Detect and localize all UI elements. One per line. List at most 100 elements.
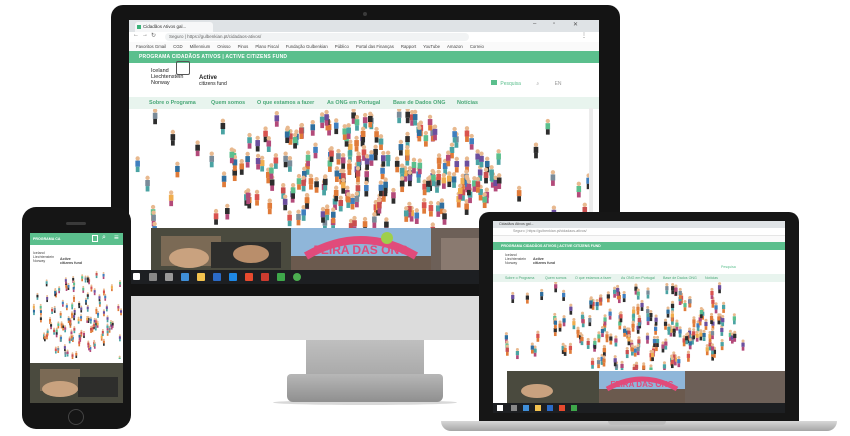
phone-search-icon[interactable]: ⌕	[102, 234, 106, 242]
person-figure	[73, 326, 76, 334]
bookmark-item[interactable]: Onisso	[217, 44, 230, 49]
person-figure	[627, 334, 631, 346]
person-figure	[102, 271, 105, 280]
bookmark-item[interactable]: Portal das Finanças	[356, 44, 394, 49]
bookmark-item[interactable]: Pinos	[238, 44, 249, 49]
laptop-nav-item[interactable]: As ONG em Portugal	[621, 276, 655, 280]
nav-item-ong-portugal[interactable]: As ONG em Portugal	[327, 97, 380, 109]
language-link[interactable]: EN	[555, 81, 562, 87]
person-figure	[533, 142, 539, 159]
edge-icon[interactable]	[181, 273, 189, 281]
nav-item-o-que-fazemos[interactable]: O que estamos a fazer	[257, 97, 314, 109]
start-icon[interactable]	[497, 405, 503, 411]
search-taskbar-icon[interactable]	[149, 273, 157, 281]
bookmark-item[interactable]: Amazon	[447, 44, 463, 49]
phone-photo	[30, 363, 123, 403]
person-figure	[396, 109, 402, 124]
task-view-icon[interactable]	[165, 273, 173, 281]
word-icon[interactable]	[229, 273, 237, 281]
bookmark-item[interactable]: Fundação Gulbenkian	[286, 44, 328, 49]
folder-icon[interactable]	[535, 405, 541, 411]
phone-grid-icon[interactable]	[92, 235, 98, 242]
maximize-icon[interactable]: ▫	[553, 21, 555, 27]
person-figure	[45, 279, 48, 287]
start-icon[interactable]	[133, 273, 140, 280]
laptop-nav-item[interactable]: Notícias	[705, 276, 718, 280]
outlook-icon[interactable]	[213, 273, 221, 281]
outlook-icon[interactable]	[547, 405, 553, 411]
nav-item-noticias[interactable]: Notícias	[457, 97, 478, 109]
url-field[interactable]: Seguro | https://gulbenkian.pt/cidadaos-…	[165, 33, 469, 41]
person-figure	[732, 313, 736, 325]
pdf-icon[interactable]	[261, 273, 269, 281]
laptop-search-label[interactable]: Pesquisa	[721, 265, 736, 269]
powerpoint-icon[interactable]	[559, 405, 565, 411]
page-scrollbar[interactable]	[589, 108, 593, 228]
person-figure	[576, 181, 582, 198]
laptop-nav-item[interactable]: Sobre o Programa	[505, 276, 534, 280]
person-figure	[304, 192, 310, 209]
close-icon[interactable]: ✕	[573, 21, 578, 28]
phone-home-button[interactable]	[68, 409, 84, 425]
powerpoint-icon[interactable]	[245, 273, 253, 281]
person-figure	[63, 344, 66, 352]
forward-icon[interactable]: →	[142, 32, 148, 38]
person-figure	[672, 325, 676, 337]
person-figure	[102, 338, 105, 346]
chrome-icon[interactable]	[293, 273, 301, 281]
minimize-icon[interactable]: –	[533, 21, 536, 27]
person-figure	[354, 135, 359, 152]
person-figure	[496, 173, 502, 189]
folder-icon[interactable]	[197, 273, 205, 281]
active-citizens-logo[interactable]: Active citizens fund	[199, 75, 227, 87]
bookmark-item[interactable]: CGD	[173, 44, 183, 49]
person-figure	[32, 308, 35, 316]
browser-tab[interactable]: Cidadãos Ativos gal...	[135, 22, 213, 32]
bookmark-item[interactable]: Correio	[470, 44, 484, 49]
phone-logo[interactable]: Iceland Liechtenstein Norway	[33, 251, 54, 263]
person-figure	[678, 326, 682, 338]
person-figure	[287, 210, 292, 227]
person-figure	[714, 302, 718, 314]
laptop-logo[interactable]: Iceland Liechtenstein Norway	[505, 253, 526, 265]
person-figure	[670, 310, 674, 322]
phone-menu-icon[interactable]: ≡	[114, 233, 119, 242]
eea-logo-mark-icon	[176, 61, 190, 75]
laptop-nav-item[interactable]: Quem somos	[545, 276, 566, 280]
person-figure	[515, 347, 520, 360]
nav-item-sobre[interactable]: Sobre o Programa	[149, 97, 196, 109]
bookmark-item[interactable]: Millennium	[190, 44, 211, 49]
search-icon[interactable]: ⌕	[536, 81, 539, 87]
edge-icon[interactable]	[523, 405, 529, 411]
phone-crowd-illustration	[32, 271, 123, 359]
excel-icon[interactable]	[277, 273, 285, 281]
person-figure	[255, 153, 261, 170]
reload-icon[interactable]: ↻	[151, 32, 156, 39]
person-figure	[655, 335, 660, 348]
person-figure	[640, 299, 644, 311]
nav-item-base-dados[interactable]: Base de Dados ONG	[393, 97, 445, 109]
person-figure	[615, 284, 620, 296]
laptop-active-logo[interactable]: Active citizens fund	[533, 257, 555, 265]
person-figure	[97, 310, 100, 318]
menu-icon[interactable]: ⋮	[581, 32, 587, 39]
person-figure	[586, 337, 590, 349]
phone-active-logo[interactable]: Active citizens fund	[60, 257, 82, 265]
bookmark-item[interactable]: Favoritos Gmail	[136, 44, 166, 49]
bookmark-item[interactable]: Plano Fiscal	[255, 44, 278, 49]
search-taskbar-icon[interactable]	[511, 405, 517, 411]
laptop-screen: Cidadãos Ativos gal... Seguro | https://…	[493, 221, 785, 413]
bookmark-item[interactable]: Público	[335, 44, 349, 49]
back-icon[interactable]: ←	[133, 32, 139, 38]
bookmark-item[interactable]: YouTube	[423, 44, 440, 49]
laptop-url[interactable]: Seguro | https://gulbenkian.pt/cidadaos-…	[513, 229, 587, 233]
laptop-notch	[608, 421, 666, 425]
search-label[interactable]: Pesquisa	[500, 81, 521, 87]
person-figure	[254, 189, 260, 206]
laptop-nav-item[interactable]: Base de Dados ONG	[663, 276, 697, 280]
person-figure	[118, 334, 121, 342]
excel-icon[interactable]	[571, 405, 577, 411]
bookmark-item[interactable]: Rapport	[401, 44, 416, 49]
nav-item-quem-somos[interactable]: Quem somos	[211, 97, 245, 109]
laptop-nav-item[interactable]: O que estamos a fazer	[575, 276, 611, 280]
